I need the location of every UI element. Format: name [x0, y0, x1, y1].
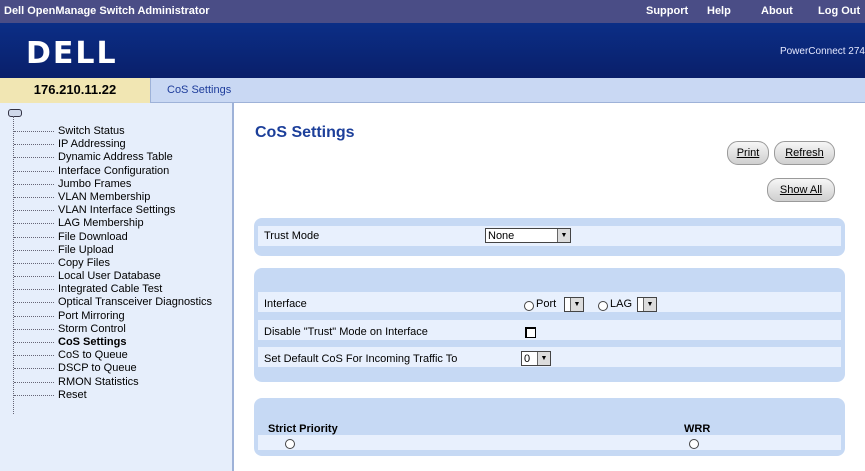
- banner: [0, 23, 865, 78]
- sidebar-item-file-download[interactable]: File Download: [14, 231, 212, 244]
- sidebar-item-storm-control[interactable]: Storm Control: [14, 323, 212, 336]
- sidebar-item-cos-to-queue[interactable]: CoS to Queue: [14, 349, 212, 362]
- sidebar: Switch Status IP Addressing Dynamic Addres…: [0, 103, 234, 471]
- sidebar-item-optical-transceiver-diagnostics[interactable]: Optical Transceiver Diagnostics: [14, 296, 212, 309]
- sidebar-item-lag-membership[interactable]: LAG Membership: [14, 217, 212, 230]
- interface-label: Interface: [264, 298, 307, 310]
- trust-mode-value: None: [488, 230, 515, 242]
- chevron-down-icon: ▼: [570, 298, 583, 311]
- sidebar-item-port-mirroring[interactable]: Port Mirroring: [14, 310, 212, 323]
- print-button[interactable]: Print: [727, 141, 769, 165]
- sidebar-item-integrated-cable-test[interactable]: Integrated Cable Test: [14, 283, 212, 296]
- sidebar-item-rmon-statistics[interactable]: RMON Statistics: [14, 376, 212, 389]
- top-menu-bar: Dell OpenManage Switch Administrator Sup…: [0, 0, 865, 23]
- nav-tree: Switch Status IP Addressing Dynamic Addres…: [14, 125, 212, 402]
- strict-priority-radio[interactable]: [285, 439, 295, 449]
- sidebar-item-vlan-membership[interactable]: VLAN Membership: [14, 191, 212, 204]
- default-cos-label: Set Default CoS For Incoming Traffic To: [264, 353, 458, 365]
- sidebar-item-vlan-interface-settings[interactable]: VLAN Interface Settings: [14, 204, 212, 217]
- trust-mode-label: Trust Mode: [264, 230, 320, 242]
- sidebar-item-copy-files[interactable]: Copy Files: [14, 257, 212, 270]
- sidebar-item-jumbo-frames[interactable]: Jumbo Frames: [14, 178, 212, 191]
- sidebar-item-reset[interactable]: Reset: [14, 389, 212, 402]
- sidebar-item-dynamic-address-table[interactable]: Dynamic Address Table: [14, 151, 212, 164]
- strict-priority-header: Strict Priority: [268, 423, 338, 435]
- sidebar-item-local-user-database[interactable]: Local User Database: [14, 270, 212, 283]
- sidebar-item-ip-addressing[interactable]: IP Addressing: [14, 138, 212, 151]
- refresh-button[interactable]: Refresh: [774, 141, 835, 165]
- breadcrumb: CoS Settings: [167, 84, 232, 96]
- help-link[interactable]: Help: [707, 5, 731, 17]
- sidebar-item-cos-settings[interactable]: CoS Settings: [14, 336, 212, 349]
- default-cos-select[interactable]: 0 ▼: [521, 351, 551, 366]
- lag-radio-label: LAG: [610, 298, 633, 310]
- product-name: PowerConnect 274: [779, 46, 865, 57]
- sidebar-item-switch-status[interactable]: Switch Status: [14, 125, 212, 138]
- port-select[interactable]: ▼: [564, 297, 584, 312]
- chevron-down-icon: ▼: [557, 229, 570, 242]
- show-all-button[interactable]: Show All: [767, 178, 835, 202]
- chevron-down-icon: ▼: [537, 352, 550, 365]
- default-cos-value: 0: [524, 353, 531, 365]
- support-link[interactable]: Support: [646, 5, 688, 17]
- dell-logo: DELL: [26, 36, 118, 71]
- disable-trust-checkbox[interactable]: [525, 327, 536, 338]
- sidebar-item-file-upload[interactable]: File Upload: [14, 244, 212, 257]
- wrr-radio[interactable]: [689, 439, 699, 449]
- sidebar-item-interface-configuration[interactable]: Interface Configuration: [14, 165, 212, 178]
- tree-root-icon[interactable]: [8, 109, 22, 117]
- chevron-down-icon: ▼: [643, 298, 656, 311]
- lag-radio[interactable]: [598, 301, 608, 311]
- scheduling-row: [258, 435, 841, 450]
- disable-trust-label: Disable "Trust" Mode on Interface: [264, 326, 428, 338]
- scheduling-panel: [254, 398, 845, 456]
- app-title: Dell OpenManage Switch Administrator: [4, 5, 210, 17]
- port-radio-label: Port: [536, 298, 557, 310]
- port-radio[interactable]: [524, 301, 534, 311]
- lag-select[interactable]: ▼: [637, 297, 657, 312]
- sidebar-item-dscp-to-queue[interactable]: DSCP to Queue: [14, 362, 212, 375]
- wrr-header: WRR: [684, 423, 711, 435]
- page-title: CoS Settings: [255, 124, 355, 141]
- trust-mode-select[interactable]: None ▼: [485, 228, 571, 243]
- about-link[interactable]: About: [761, 5, 793, 17]
- device-ip: 176.210.11.22: [0, 78, 151, 103]
- logout-link[interactable]: Log Out: [818, 5, 860, 17]
